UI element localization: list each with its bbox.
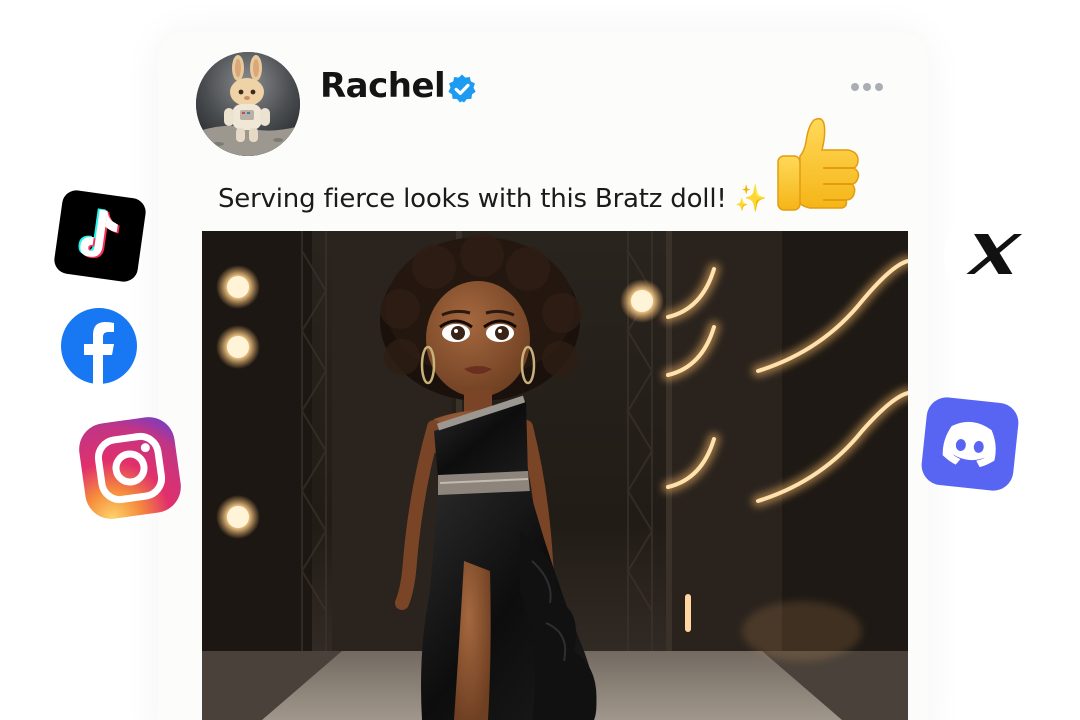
post-caption: Serving fierce looks with this Bratz dol… xyxy=(218,184,767,214)
author-avatar[interactable] xyxy=(196,52,300,156)
discord-icon[interactable] xyxy=(916,392,1024,496)
fashion-doll-runway-image xyxy=(202,231,908,720)
instagram-icon[interactable] xyxy=(70,408,190,528)
verified-badge-icon xyxy=(448,74,476,103)
facebook-icon[interactable] xyxy=(58,305,140,387)
author-name[interactable]: Rachel xyxy=(320,66,446,106)
tiktok-icon[interactable] xyxy=(52,188,148,284)
x-icon[interactable] xyxy=(940,206,1044,302)
thumbs-up-icon xyxy=(770,112,868,216)
more-options-icon[interactable] xyxy=(848,80,886,94)
stage: Rachel Serving fierce looks with this Br… xyxy=(0,0,1080,720)
bunny-astronaut-avatar-icon xyxy=(196,52,300,156)
post-image[interactable] xyxy=(202,231,908,720)
